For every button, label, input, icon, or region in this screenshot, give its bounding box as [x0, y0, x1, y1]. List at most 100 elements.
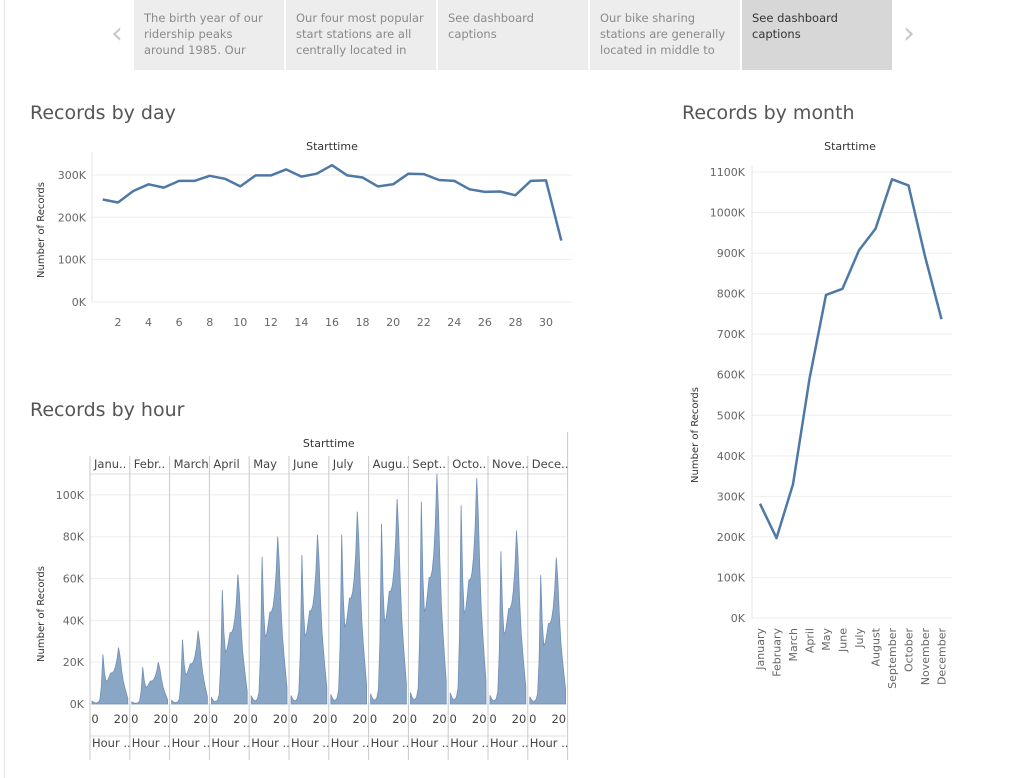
- story-point-caption: Our four most popular start stations are…: [296, 11, 424, 57]
- hour-footer-label: Hour ..: [132, 736, 171, 750]
- story-point-5-active[interactable]: See dashboard captions: [742, 0, 892, 70]
- y-tick-label: 100K: [58, 254, 87, 267]
- records-by-hour-title: Records by hour: [30, 399, 185, 421]
- x-tick-label: January: [754, 628, 767, 671]
- records-by-month-chart: Starttime 0K 100K 200K 300K 400K 500K 600K 700K 8…: [690, 140, 952, 689]
- previous-story-point-arrow-icon[interactable]: ‹: [102, 14, 132, 54]
- y-tick-label: 600K: [717, 369, 746, 382]
- x-tick-label: 8: [206, 316, 213, 329]
- x-tick-label: 0: [410, 712, 417, 726]
- month-panel-label: July: [332, 457, 354, 471]
- month-panel-label: April: [213, 457, 239, 471]
- y-tick-label: 300K: [717, 490, 746, 503]
- next-story-point-arrow-icon[interactable]: ›: [894, 14, 924, 54]
- x-tick-label: 2: [114, 316, 121, 329]
- x-tick-label: 20: [313, 712, 328, 726]
- month-panel-label: Augu..: [373, 457, 410, 471]
- y-tick-label: 700K: [717, 328, 746, 341]
- y-tick-label: 900K: [717, 247, 746, 260]
- x-tick-label: 26: [478, 316, 492, 329]
- x-tick-label: 20: [472, 712, 487, 726]
- y-tick-label: 800K: [717, 288, 746, 301]
- x-tick-label: October: [903, 628, 916, 672]
- x-tick-label: 0: [330, 712, 337, 726]
- x-tick-label: 20: [233, 712, 248, 726]
- x-tick-label: 20: [551, 712, 566, 726]
- x-tick-label: 10: [233, 316, 247, 329]
- x-tick-label: 28: [508, 316, 522, 329]
- hourly-area-series: [449, 478, 487, 705]
- y-tick-label: 1100K: [710, 166, 746, 179]
- y-tick-label: 200K: [717, 531, 746, 544]
- x-tick-label: February: [771, 628, 784, 677]
- y-tick-label: 60K: [63, 573, 85, 586]
- x-tick-label: 0: [91, 712, 98, 726]
- y-tick-label: 80K: [63, 531, 85, 544]
- x-tick-label: 0: [251, 712, 258, 726]
- x-tick-label: 0: [489, 712, 496, 726]
- x-tick-label: 20: [512, 712, 527, 726]
- x-tick-label: 20: [352, 712, 367, 726]
- hour-footer-label: Hour ..: [291, 736, 330, 750]
- month-panel-label: Octo..: [452, 457, 486, 471]
- x-tick-label: 18: [356, 316, 370, 329]
- y-tick-label: 400K: [717, 450, 746, 463]
- x-tick-label: 0: [131, 712, 138, 726]
- x-tick-label: 0: [529, 712, 536, 726]
- story-point-1[interactable]: The birth year of our ridership peaks ar…: [134, 0, 284, 70]
- x-tick-label: 20: [432, 712, 447, 726]
- y-axis-label: Number of Records: [36, 182, 47, 278]
- story-point-4[interactable]: Our bike sharing stations are generally …: [590, 0, 740, 70]
- month-panel-label: Janu..: [93, 457, 126, 471]
- story-point-3[interactable]: See dashboard captions: [438, 0, 588, 70]
- story-point-caption: The birth year of our ridership peaks ar…: [144, 11, 263, 57]
- month-panel-label: May: [253, 457, 277, 471]
- hour-footer-label: Hour ..: [450, 736, 489, 750]
- x-tick-label: July: [853, 628, 866, 649]
- story-point-caption: See dashboard captions: [448, 11, 534, 41]
- hourly-area-series: [171, 630, 208, 705]
- chart-header-starttime: Starttime: [306, 140, 358, 153]
- y-tick-label: 20K: [63, 656, 85, 669]
- hour-footer-label: Hour ..: [251, 736, 290, 750]
- hour-footer-label: Hour ..: [211, 736, 250, 750]
- x-tick-label: 0: [211, 712, 218, 726]
- hourly-area-series: [529, 557, 566, 705]
- x-tick-label: May: [820, 628, 833, 651]
- x-tick-label: August: [870, 627, 883, 666]
- x-tick-label: 30: [539, 316, 553, 329]
- hour-footer-label: Hour ..: [371, 736, 410, 750]
- x-tick-label: 20: [273, 712, 288, 726]
- hour-footer-label: Hour ..: [410, 736, 449, 750]
- y-tick-label: 300K: [58, 169, 87, 182]
- x-tick-label: 0: [171, 712, 178, 726]
- hour-footer-label: Hour ..: [92, 736, 131, 750]
- chart-header-starttime: Starttime: [824, 140, 876, 153]
- x-tick-label: 0: [370, 712, 377, 726]
- hourly-area-series: [131, 662, 168, 705]
- records-by-month-title: Records by month: [682, 102, 855, 124]
- x-tick-label: December: [936, 628, 949, 686]
- x-tick-label: 20: [386, 316, 400, 329]
- hourly-area-series: [91, 647, 129, 705]
- month-panel-label: June: [292, 457, 318, 471]
- x-tick-label: 22: [417, 316, 431, 329]
- y-tick-label: 500K: [717, 409, 746, 422]
- x-tick-label: 4: [145, 316, 152, 329]
- story-point-2[interactable]: Our four most popular start stations are…: [286, 0, 436, 70]
- x-tick-label: 6: [176, 316, 183, 329]
- y-tick-label: 0K: [70, 698, 85, 711]
- hour-footer-label: Hour ..: [530, 736, 569, 750]
- records-by-day-line: [102, 163, 563, 241]
- month-panel-label: Sept..: [412, 457, 446, 471]
- hour-footer-label: Hour ..: [490, 736, 529, 750]
- x-tick-label: 0: [290, 712, 297, 726]
- x-tick-label: 0: [450, 712, 457, 726]
- x-tick-label: 20: [153, 712, 168, 726]
- y-axis-label: Number of Records: [36, 566, 47, 662]
- x-tick-label: 20: [114, 712, 129, 726]
- records-by-hour-chart: Starttime 0K 20K 40K 60K 80K 100K Number of Rec…: [36, 432, 569, 760]
- x-tick-label: April: [804, 628, 817, 653]
- records-by-day-chart: Starttime 0K 100K 200K 300K Number of Records…: [36, 140, 572, 329]
- x-tick-label: June: [837, 628, 850, 653]
